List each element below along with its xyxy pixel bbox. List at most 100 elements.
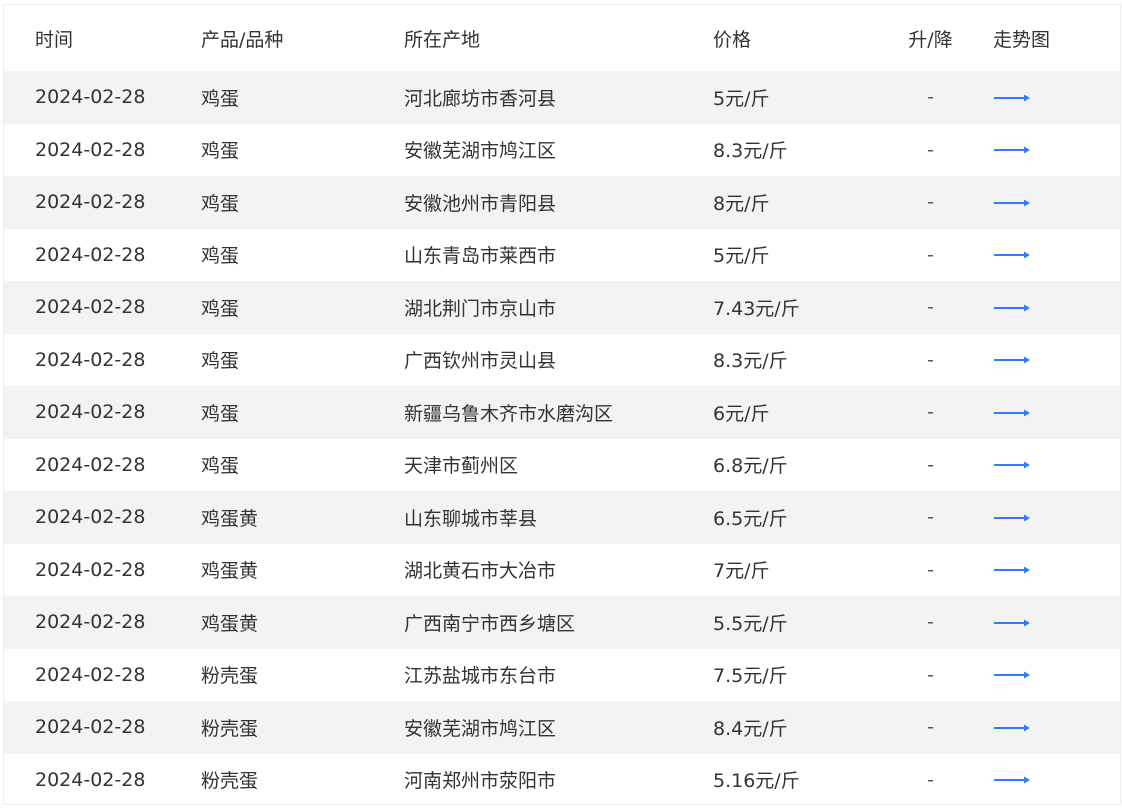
cell-price: 6.8元/斤 [713,455,788,478]
cell-origin: 湖北黄石市大冶市 [404,560,557,583]
table-row: 2024-02-28 鸡蛋 新疆乌鲁木齐市水磨沟区 6元/斤 - [4,386,1120,439]
header-trend: 走势图 [993,28,1051,51]
table-row: 2024-02-28 粉壳蛋 江苏盐城市东台市 7.5元/斤 - [4,648,1120,702]
cell-trend [993,229,1120,282]
trend-arrow-icon[interactable] [993,408,1031,418]
table-row: 2024-02-28 鸡蛋黄 山东聊城市莘县 6.5元/斤 - [4,491,1120,544]
cell-price: 5元/斤 [713,245,770,268]
cell-price: 6.5元/斤 [713,507,788,530]
table-row: 2024-02-28 鸡蛋 安徽池州市青阳县 8元/斤 - [4,176,1120,229]
cell-trend [993,71,1120,124]
cell-origin: 安徽池州市青阳县 [404,192,557,215]
trend-arrow-icon[interactable] [993,723,1031,733]
cell-change: - [927,716,934,739]
cell-change: - [927,768,934,791]
cell-product: 鸡蛋 [201,192,240,215]
cell-origin: 山东聊城市莘县 [404,507,538,530]
cell-price: 8.3元/斤 [713,140,788,163]
cell-origin: 河北廊坊市香河县 [404,87,557,110]
trend-arrow-icon[interactable] [993,618,1031,628]
cell-trend [993,649,1120,702]
cell-change: - [927,611,934,634]
cell-time: 2024-02-28 [35,453,146,476]
cell-time: 2024-02-28 [35,138,146,161]
cell-product: 鸡蛋 [201,297,240,320]
trend-arrow-icon[interactable] [993,303,1031,313]
table-row: 2024-02-28 鸡蛋 安徽芜湖市鸠江区 8.3元/斤 - [4,123,1120,177]
cell-origin: 河南郑州市荥阳市 [404,770,557,793]
trend-arrow-icon[interactable] [993,460,1031,470]
cell-time: 2024-02-28 [35,86,146,109]
table-row: 2024-02-28 鸡蛋 山东青岛市莱西市 5元/斤 - [4,228,1120,282]
cell-origin: 新疆乌鲁木齐市水磨沟区 [404,402,614,425]
cell-change: - [927,401,934,424]
table-row: 2024-02-28 粉壳蛋 安徽芜湖市鸠江区 8.4元/斤 - [4,701,1120,754]
cell-change: - [927,348,934,371]
trend-arrow-icon[interactable] [993,565,1031,575]
trend-arrow-icon[interactable] [993,355,1031,365]
table-row: 2024-02-28 鸡蛋 湖北荆门市京山市 7.43元/斤 - [4,281,1120,334]
price-table: 时间 产品/品种 所在产地 价格 升/降 走势图 2024-02-28 鸡蛋 河… [4,5,1120,805]
trend-arrow-icon[interactable] [993,93,1031,103]
cell-change: - [927,506,934,529]
cell-trend [993,281,1120,334]
trend-arrow-icon[interactable] [993,250,1031,260]
cell-price: 7.5元/斤 [713,665,788,688]
trend-arrow-icon[interactable] [993,670,1031,680]
cell-time: 2024-02-28 [35,663,146,686]
table-body: 2024-02-28 鸡蛋 河北廊坊市香河县 5元/斤 - 2024-02-28… [4,71,1120,805]
cell-origin: 天津市蓟州区 [404,455,519,478]
cell-trend [993,124,1120,177]
cell-change: - [927,138,934,161]
cell-origin: 广西南宁市西乡塘区 [404,612,576,635]
cell-change: - [927,558,934,581]
cell-change: - [927,663,934,686]
cell-origin: 安徽芜湖市鸠江区 [404,717,557,740]
cell-time: 2024-02-28 [35,506,146,529]
cell-price: 8.3元/斤 [713,350,788,373]
cell-product: 鸡蛋 [201,140,240,163]
cell-price: 8元/斤 [713,192,770,215]
cell-change: - [927,296,934,319]
header-time: 时间 [35,28,74,51]
cell-trend [993,544,1120,597]
cell-product: 鸡蛋黄 [201,507,259,530]
cell-origin: 湖北荆门市京山市 [404,297,557,320]
cell-price: 5元/斤 [713,87,770,110]
price-table-container: 时间 产品/品种 所在产地 价格 升/降 走势图 2024-02-28 鸡蛋 河… [3,4,1121,805]
cell-product: 粉壳蛋 [201,665,259,688]
trend-arrow-icon[interactable] [993,145,1031,155]
cell-price: 6元/斤 [713,402,770,425]
cell-origin: 江苏盐城市东台市 [404,665,557,688]
header-change: 升/降 [908,28,953,51]
cell-price: 7元/斤 [713,560,770,583]
trend-arrow-icon[interactable] [993,775,1031,785]
cell-product: 鸡蛋 [201,350,240,373]
trend-arrow-icon[interactable] [993,513,1031,523]
cell-price: 5.5元/斤 [713,612,788,635]
cell-product: 鸡蛋 [201,87,240,110]
header-origin: 所在产地 [404,28,481,51]
cell-time: 2024-02-28 [35,768,146,791]
cell-origin: 山东青岛市莱西市 [404,245,557,268]
cell-time: 2024-02-28 [35,611,146,634]
cell-trend [993,596,1120,649]
cell-change: - [927,243,934,266]
header-product: 产品/品种 [201,28,284,51]
cell-time: 2024-02-28 [35,401,146,424]
cell-origin: 安徽芜湖市鸠江区 [404,140,557,163]
cell-trend [993,176,1120,229]
cell-price: 5.16元/斤 [713,770,800,793]
cell-time: 2024-02-28 [35,191,146,214]
cell-product: 鸡蛋 [201,402,240,425]
cell-product: 鸡蛋 [201,245,240,268]
table-row: 2024-02-28 鸡蛋 河北廊坊市香河县 5元/斤 - [4,71,1120,124]
cell-trend [993,754,1120,805]
trend-arrow-icon[interactable] [993,198,1031,208]
cell-product: 鸡蛋黄 [201,560,259,583]
cell-trend [993,439,1120,492]
cell-change: - [927,453,934,476]
cell-product: 鸡蛋 [201,455,240,478]
cell-change: - [927,191,934,214]
table-header-row: 时间 产品/品种 所在产地 价格 升/降 走势图 [4,5,1120,71]
